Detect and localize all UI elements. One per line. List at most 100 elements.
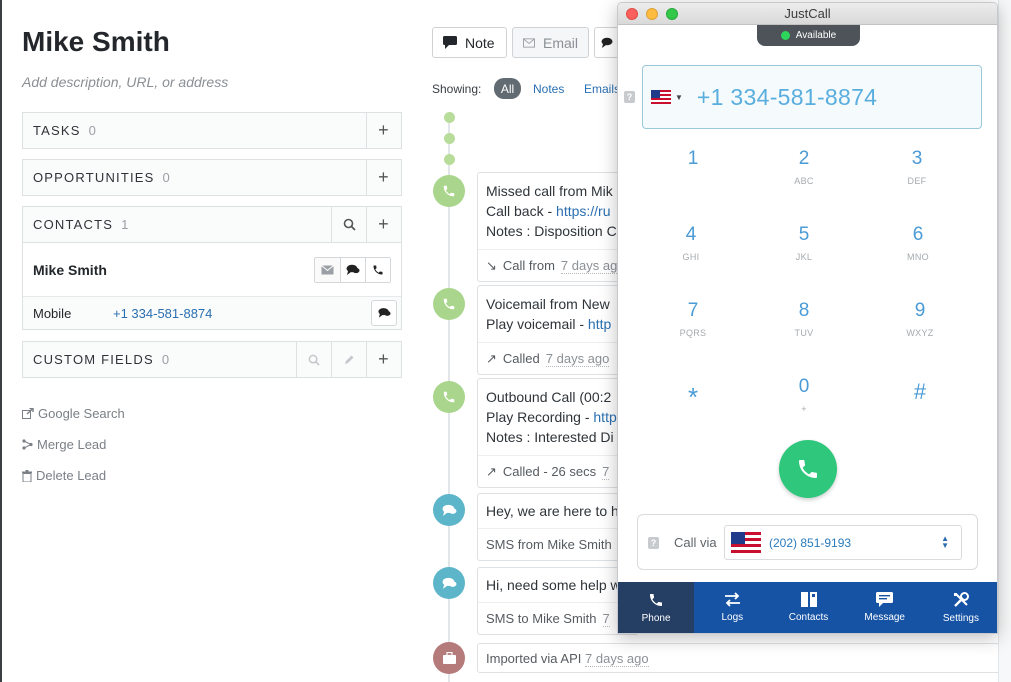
call-via-select[interactable]: (202) 851-9193 ▲ ▼ <box>724 525 962 560</box>
us-flag-icon <box>651 90 671 104</box>
contact-row[interactable]: Mike Smith <box>23 242 401 296</box>
email-button[interactable]: Email <box>512 27 589 58</box>
search-custom-fields-button[interactable] <box>296 342 331 377</box>
outbound-call-card[interactable]: Outbound Call (00:2 Play Recording - htt… <box>477 378 637 488</box>
add-task-button[interactable]: + <box>366 113 401 148</box>
sms-out-card[interactable]: Hi, need some help w SMS to Mike Smith 7 <box>477 567 637 635</box>
email-button-label: Email <box>542 34 578 51</box>
voicemail-card[interactable]: Voicemail from New Play voicemail - http… <box>477 285 637 375</box>
envelope-icon <box>321 265 334 275</box>
activity-time: 7 <box>602 463 610 480</box>
keypad-key-5[interactable]: 5 JKL <box>764 224 844 262</box>
chat-icon <box>377 308 391 318</box>
delete-lead-link[interactable]: Delete Lead <box>22 468 106 483</box>
keypad-key-4[interactable]: 4 GHI <box>651 224 731 262</box>
activity-line: Play voicemail - http <box>486 316 612 332</box>
keypad-key-2[interactable]: 2 ABC <box>764 148 844 186</box>
activity-meta: ↗ Called 7 days ago <box>478 342 637 374</box>
call-button[interactable] <box>779 440 837 498</box>
voicemail-link[interactable]: http <box>588 316 611 332</box>
custom-fields-header[interactable]: CUSTOM FIELDS 0 + <box>23 342 401 377</box>
call-activity-icon <box>433 381 465 413</box>
filter-all-pill[interactable]: All <box>494 78 521 99</box>
bottom-nav: Phone Logs Contacts Message Settings <box>618 582 997 633</box>
keypad-key-9[interactable]: 9 WXYZ <box>880 300 960 338</box>
keypad-key-star[interactable]: * <box>653 384 733 410</box>
tasks-label: TASKS <box>33 123 81 138</box>
sms-activity-icon <box>433 494 465 526</box>
minimize-window-button[interactable] <box>646 8 658 20</box>
filter-label: Showing: <box>432 82 482 96</box>
timeline-dot <box>444 133 455 144</box>
add-opportunity-button[interactable]: + <box>366 160 401 195</box>
note-button[interactable]: Note <box>432 27 507 58</box>
sms-contact-button[interactable] <box>340 258 365 282</box>
search-icon <box>343 218 356 231</box>
search-contacts-button[interactable] <box>331 207 366 242</box>
activity-title: Outbound Call (00:2 <box>486 389 612 405</box>
tasks-panel: TASKS 0 + <box>22 112 402 149</box>
nav-message[interactable]: Message <box>847 582 923 633</box>
keypad-key-6[interactable]: 6 MNO <box>878 224 958 262</box>
call-activity-icon <box>433 288 465 320</box>
nav-settings[interactable]: Settings <box>923 582 997 633</box>
call-contact-button[interactable] <box>365 258 390 282</box>
add-contact-button[interactable]: + <box>366 207 401 242</box>
dial-number-value: +1 334-581-8874 <box>696 83 878 110</box>
callback-link[interactable]: https://ru <box>556 203 610 219</box>
filter-notes-link[interactable]: Notes <box>533 82 564 96</box>
google-search-link[interactable]: Google Search <box>22 406 125 421</box>
phone-icon <box>650 593 663 606</box>
lead-description-field[interactable]: Add description, URL, or address <box>22 74 228 90</box>
nav-contacts-label: Contacts <box>788 612 829 623</box>
country-selector[interactable]: ▼ <box>651 90 683 104</box>
recording-link[interactable]: http <box>593 409 616 425</box>
keypad-key-0[interactable]: 0 + <box>764 376 844 414</box>
phone-number-link[interactable]: +1 334-581-8874 <box>113 306 212 321</box>
imported-card: Imported via API 7 days ago <box>477 643 1011 673</box>
window-titlebar[interactable]: JustCall <box>618 3 997 25</box>
close-window-button[interactable] <box>626 8 638 20</box>
help-icon[interactable]: ? <box>624 91 635 103</box>
filter-emails-link[interactable]: Emails <box>584 82 620 96</box>
contacts-header[interactable]: CONTACTS 1 + <box>23 207 401 242</box>
activity-title: Voicemail from New <box>486 296 610 312</box>
contacts-label: CONTACTS <box>33 217 114 232</box>
activity-title: Hey, we are here to h <box>486 503 619 519</box>
edit-custom-fields-button[interactable] <box>331 342 366 377</box>
tools-icon <box>953 591 969 607</box>
opportunities-header[interactable]: OPPORTUNITIES 0 + <box>23 160 401 195</box>
merge-lead-link[interactable]: Merge Lead <box>22 437 106 452</box>
tasks-header[interactable]: TASKS 0 + <box>23 113 401 148</box>
activity-meta: ↗ Called - 26 secs 7 <box>478 455 637 487</box>
missed-call-card[interactable]: Missed call from Mik Call back - https:/… <box>477 172 637 282</box>
phone-sms-button[interactable] <box>371 300 397 326</box>
keypad-key-1[interactable]: 1 <box>653 148 733 176</box>
sms-in-card[interactable]: Hey, we are here to h SMS from Mike Smit… <box>477 493 637 561</box>
availability-status[interactable]: Available <box>757 25 860 46</box>
nav-phone[interactable]: Phone <box>618 582 695 633</box>
activity-time: 7 <box>602 610 610 627</box>
activity-time: 7 days ago <box>560 257 625 274</box>
trash-icon <box>22 469 32 482</box>
dial-number-input[interactable]: ▼ +1 334-581-8874 <box>642 65 982 129</box>
phone-type-label: Mobile <box>33 305 72 321</box>
call-activity-icon <box>433 175 465 207</box>
help-icon[interactable]: ? <box>648 537 659 549</box>
email-contact-button[interactable] <box>315 258 340 282</box>
keypad-key-7[interactable]: 7 PQRS <box>653 300 733 338</box>
keypad-key-hash[interactable]: # <box>880 381 960 403</box>
phone-icon <box>443 298 455 310</box>
arrows-icon <box>724 592 740 607</box>
keypad-key-3[interactable]: 3 DEF <box>877 148 957 186</box>
add-custom-field-button[interactable]: + <box>366 342 401 377</box>
envelope-icon <box>523 37 535 48</box>
keypad-key-8[interactable]: 8 TUV <box>764 300 844 338</box>
zoom-window-button[interactable] <box>666 8 678 20</box>
phone-icon <box>443 185 455 197</box>
activity-meta: Imported via API 7 days ago <box>486 651 649 667</box>
nav-logs[interactable]: Logs <box>694 582 770 633</box>
nav-contacts[interactable]: Contacts <box>770 582 846 633</box>
plus-icon: + <box>378 214 390 234</box>
activity-title: Hi, need some help w <box>486 577 621 593</box>
